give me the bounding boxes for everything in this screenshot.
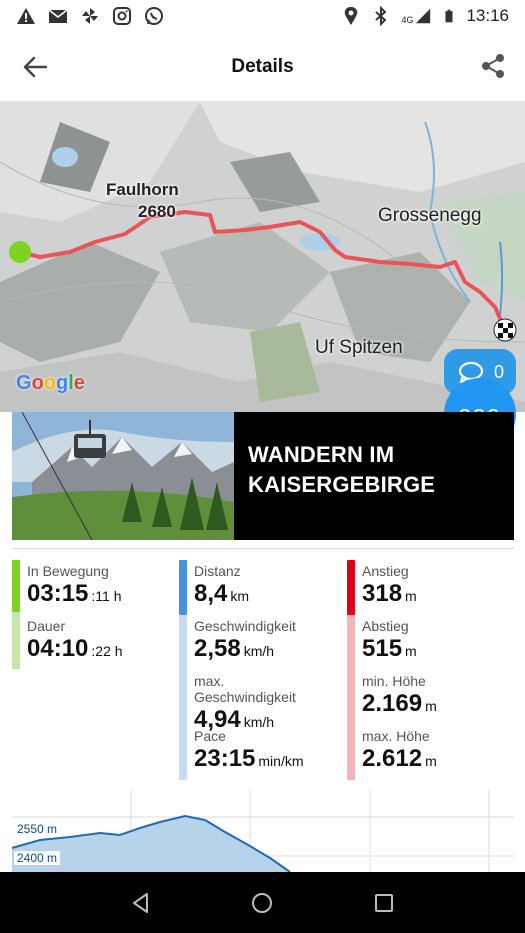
stat-ascent-unit: m: [405, 588, 417, 604]
instagram-icon: [113, 7, 131, 25]
altitude-bar-secondary: [347, 615, 355, 780]
time-bar-primary: [12, 560, 20, 612]
network-label: 4G: [401, 15, 414, 25]
battery-icon: [445, 9, 453, 23]
stat-distance: Distanz 8,4 km: [194, 563, 249, 608]
stat-max-height: max. Höhe 2.612 m: [362, 728, 437, 773]
stat-moving: In Bewegung 03:15:11 h: [27, 563, 122, 608]
app-bar: Details: [0, 32, 525, 102]
stat-speed: Geschwindigkeit 2,58 km/h: [194, 618, 296, 663]
stat-ascent: Anstieg 318 m: [362, 563, 417, 608]
distance-bar-primary: [179, 560, 187, 615]
banner-line-2: KAISERGEBIRGE: [248, 472, 436, 497]
clock: 13:16: [466, 6, 509, 25]
stat-min-height: min. Höhe 2.169 m: [362, 673, 437, 718]
map-label-peak-height: 2680: [138, 202, 176, 221]
bluetooth-icon: [375, 6, 387, 26]
map-label-village: Grossenegg: [378, 205, 482, 226]
stat-descent-label: Abstieg: [362, 618, 409, 634]
stat-max-height-value: 2.612: [362, 745, 423, 772]
stat-pace: Pace 23:15 min/km: [194, 728, 304, 773]
stat-ascent-label: Anstieg: [362, 563, 409, 579]
stat-max-height-unit: m: [425, 753, 437, 769]
share-icon[interactable]: [479, 52, 507, 80]
stat-pace-unit: min/km: [258, 753, 304, 769]
comments-count: 0: [494, 361, 505, 382]
time-bar-secondary: [12, 612, 20, 669]
banner-photo: [12, 412, 234, 540]
distance-bar-secondary: [179, 615, 187, 780]
stat-max-speed: max. Geschwindigkeit 4,94 km/h: [194, 673, 296, 734]
stat-max-height-label: max. Höhe: [362, 728, 430, 744]
stat-max-speed-label: max. Geschwindigkeit: [194, 673, 296, 705]
stat-ascent-value: 318: [362, 580, 403, 607]
stat-duration: Dauer 04:10:22 h: [27, 618, 123, 663]
stat-min-height-unit: m: [425, 698, 437, 714]
ad-banner[interactable]: WANDERN IM KAISERGEBIRGE: [12, 412, 514, 540]
elevation-tick-low: 2400 m: [14, 851, 61, 865]
stat-speed-label: Geschwindigkeit: [194, 618, 296, 634]
warning-icon: [17, 8, 35, 24]
stat-duration-value: 04:10: [27, 635, 89, 662]
map-label-peak: Faulhorn: [106, 180, 179, 199]
google-logo: Google: [16, 372, 85, 394]
stat-descent-unit: m: [405, 643, 417, 659]
route-start-marker: [9, 241, 31, 263]
stat-descent-value: 515: [362, 635, 403, 662]
elevation-chart: [11, 790, 514, 872]
stat-duration-unit: :22 h: [91, 643, 123, 659]
stat-duration-label: Dauer: [27, 618, 66, 634]
elevation-profile[interactable]: 2550 m 2400 m: [0, 790, 525, 872]
stat-moving-unit: :11 h: [91, 588, 122, 604]
stat-speed-value: 2,58: [194, 635, 241, 662]
stat-distance-value: 8,4: [194, 580, 228, 607]
stat-pace-value: 23:15: [194, 745, 256, 772]
elevation-tick-high: 2550 m: [14, 822, 61, 836]
nav-back-icon[interactable]: [129, 891, 153, 915]
system-navigation-bar: [0, 872, 525, 933]
status-bar: 4G 13:16: [0, 0, 525, 32]
back-arrow-icon[interactable]: [22, 54, 48, 80]
location-icon: [345, 7, 358, 25]
map-label-spitzen: Uf Spitzen: [315, 337, 403, 358]
pinwheel-icon: [82, 8, 98, 24]
altitude-bar-primary: [347, 560, 355, 615]
nav-recents-icon[interactable]: [372, 891, 396, 915]
whatsapp-icon: [145, 7, 163, 25]
stat-min-height-value: 2.169: [362, 690, 423, 717]
stat-speed-unit: km/h: [243, 643, 275, 659]
signal-icon: [416, 8, 431, 24]
stat-pace-label: Pace: [194, 728, 226, 744]
page-title: Details: [231, 55, 294, 77]
stat-moving-label: In Bewegung: [27, 563, 109, 579]
banner-line-1: WANDERN IM: [248, 442, 395, 467]
stat-distance-label: Distanz: [194, 563, 241, 579]
stat-distance-unit: km: [230, 588, 250, 604]
nav-home-icon[interactable]: [250, 891, 274, 915]
stat-moving-value: 03:15: [27, 580, 89, 607]
stat-descent: Abstieg 515 m: [362, 618, 417, 663]
route-finish-marker: [493, 318, 517, 342]
mail-icon: [48, 9, 68, 23]
stat-min-height-label: min. Höhe: [362, 673, 426, 689]
divider: [12, 548, 514, 549]
